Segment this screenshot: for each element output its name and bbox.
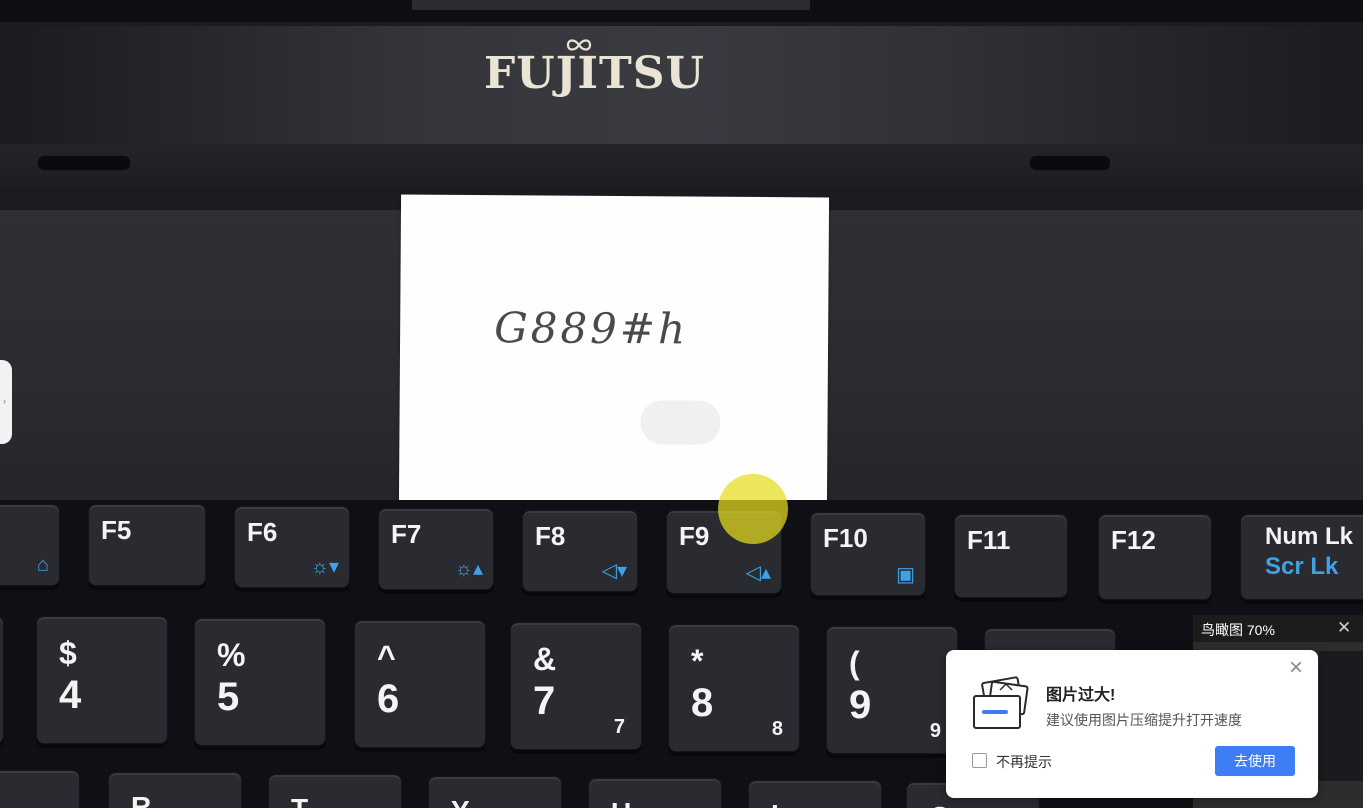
key-shift-label: (: [849, 645, 860, 681]
key-label: F11: [967, 525, 1011, 555]
toast-title: 图片过大!: [1046, 687, 1116, 704]
key-secondary-label: Scr Lk: [1265, 553, 1339, 580]
key-shift-label: %: [217, 637, 246, 673]
pointer-highlight: [718, 474, 788, 544]
key-y: Y: [428, 776, 562, 808]
key-label: I: [771, 799, 779, 808]
key-i: I: [748, 780, 882, 808]
brightness-down-icon: ☼▾: [310, 556, 339, 578]
key-label: F7: [391, 519, 422, 549]
key-label: F10: [823, 523, 868, 553]
key-label: T: [291, 793, 308, 808]
key-t: T: [268, 774, 402, 808]
key-4: $ 4: [36, 616, 168, 744]
key-f10: F10 ▣: [810, 512, 926, 596]
key-numpad-label: 8: [771, 718, 783, 740]
dont-show-again-label[interactable]: 不再提示: [996, 752, 1052, 772]
toast-description: 建议使用图片压缩提升打开速度: [1046, 712, 1242, 728]
key-label: R: [131, 791, 152, 808]
key-6: ^ 6: [354, 620, 486, 748]
hinge-left: [38, 156, 130, 170]
key-shift-label: ^: [377, 639, 396, 675]
close-icon[interactable]: ×: [1289, 656, 1303, 680]
key-7: & 7 7: [510, 622, 642, 750]
key-label: 4: [59, 673, 82, 717]
key-u: U: [588, 778, 722, 808]
screen-edge-strip: [412, 0, 810, 10]
dont-show-again-checkbox[interactable]: [972, 753, 987, 768]
key-label: 5: [217, 675, 240, 719]
key-8: * 8 8: [668, 624, 800, 752]
sticky-note: G889#h: [398, 194, 830, 510]
hinge-right: [1030, 156, 1110, 170]
key-shift-label: &: [533, 641, 557, 677]
key-f7: F7 ☼▴: [378, 508, 494, 590]
key-label: Y: [451, 795, 470, 808]
key-9: ( 9 9: [826, 626, 958, 754]
brightness-up-icon: ☼▴: [454, 558, 483, 580]
note-smudge: [640, 400, 721, 445]
brand-logo: FUJITSU: [484, 48, 705, 99]
volume-down-icon: ◁▾: [601, 560, 627, 582]
display-switch-icon: ▣: [896, 564, 915, 586]
minimap-title: 鸟瞰图 70%: [1201, 622, 1275, 638]
close-icon[interactable]: ✕: [1337, 618, 1351, 638]
key-label: 7: [533, 679, 556, 723]
key-numlock: Num Lk Scr Lk: [1240, 514, 1363, 600]
key-label: 6: [377, 677, 400, 721]
note-handwriting: G889#h: [493, 303, 689, 354]
key-numpad-label: 9: [929, 720, 941, 742]
key-f6: F6 ☼▾: [234, 506, 350, 588]
key-shift-label: $: [59, 635, 77, 671]
key-5: % 5: [194, 618, 326, 746]
key-f12: F12: [1098, 514, 1212, 600]
image-too-large-toast: × 图片过大! 建议使用图片压缩提升打开速度 不再提示 去使用: [946, 650, 1318, 798]
mouse-icon: ⌂: [36, 554, 49, 576]
minimap-header: 鸟瞰图 70% ✕: [1193, 615, 1363, 642]
key-label: F6: [247, 517, 278, 547]
key-f5: F5: [88, 504, 206, 586]
key-shift-label: *: [691, 643, 704, 679]
key-label: O: [929, 801, 951, 808]
images-icon: [973, 676, 1029, 729]
key-label: F12: [1111, 525, 1156, 555]
key-numpad-label: 7: [613, 716, 625, 738]
key-label: Num Lk: [1265, 523, 1354, 550]
key-label: 8: [691, 681, 714, 725]
chevron-right-icon: ›: [3, 396, 6, 406]
minimap-thumbnail[interactable]: [1319, 651, 1363, 781]
key-label: U: [611, 797, 631, 808]
key-f11: F11: [954, 514, 1068, 598]
volume-up-icon: ◁▴: [745, 562, 771, 584]
side-panel-toggle[interactable]: ›: [0, 360, 12, 444]
key-f8: F8 ◁▾: [522, 510, 638, 592]
key-mouse-toggle: ⌂: [0, 504, 60, 586]
key-label: F5: [101, 515, 132, 545]
key-3-partial: [0, 616, 4, 744]
key-label: F9: [679, 521, 710, 551]
key-label: F8: [535, 521, 566, 551]
use-compression-button[interactable]: 去使用: [1215, 746, 1295, 776]
key-e-partial: [0, 770, 80, 808]
key-label: 9: [849, 683, 872, 727]
key-r: R: [108, 772, 242, 808]
